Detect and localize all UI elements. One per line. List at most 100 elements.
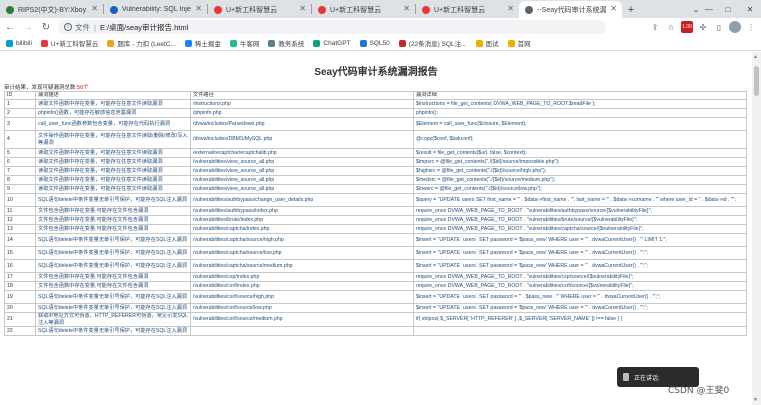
bookmark-item[interactable]: (22条消息) SQL注... (398, 38, 467, 48)
back-button[interactable]: ← (2, 19, 18, 35)
browser-tab[interactable]: Vulnerability: SQL Injecti... ✕ (104, 1, 207, 18)
bookmark-label: 教务系统 (278, 41, 305, 48)
browser-tab[interactable]: RIPS2(中文)-BY:Xboy Q... ✕ (0, 1, 103, 18)
cell-desc: 读取文件函数中存在变量，可能存在任意文件读取漏洞 (35, 184, 191, 194)
extensions-icon[interactable]: ✣ (697, 21, 709, 33)
address-bar[interactable]: i 文件 | E:/桌面/seay审计报告.html (58, 20, 606, 34)
share-icon[interactable]: ⇪ (649, 21, 661, 33)
address-path: E:/桌面/seay审计报告.html (99, 22, 189, 32)
cell-detail: $impsrc = @file_get_contents("./{$id}/so… (413, 157, 747, 167)
bookmark-label: 首网 (517, 41, 531, 48)
bookmark-icon (268, 39, 276, 47)
new-tab-button[interactable]: + (622, 1, 640, 18)
cell-desc: 文件包含函数中存在变量,可能存在文件包含漏洞 (35, 206, 191, 216)
reload-button[interactable]: ↻ (38, 19, 54, 35)
bookmark-label: U+新工科智慧云 (50, 41, 99, 48)
forward-button[interactable]: → (20, 19, 36, 35)
bookmark-icon (6, 39, 13, 47)
extension-badge[interactable]: 1.00 (681, 21, 693, 33)
scrollbar-thumb[interactable] (754, 66, 759, 96)
watermark: CSDN @王斐0 (668, 386, 730, 396)
bookmark-item[interactable]: 教务系统 (268, 38, 304, 48)
cell-detail (413, 326, 747, 336)
cell-desc: 读取文件函数中存在变量，可能存在任意文件读取漏洞 (35, 166, 191, 176)
cell-id: 13 (4, 224, 36, 234)
cell-path: /vulnerabilities/csrf/source/low.php (190, 303, 414, 313)
tab-close-icon[interactable]: ✕ (403, 4, 410, 13)
bookmark-item[interactable]: U+新工科智慧云 (40, 38, 99, 48)
cell-path: /vulnerabilities/csp/index.php (190, 272, 414, 282)
report-page: Seay代码审计系统漏洞报告 审计结果，发现可疑漏洞总数:50个 ID 漏洞描述… (0, 52, 752, 405)
cell-desc: SQL语句delete中条件变量无单引号保护，可能存在SQL注入漏洞 (35, 246, 191, 260)
bookmark-item[interactable]: bilibili (6, 39, 32, 47)
tab-title: RIPS2(中文)-BY:Xboy Q... (18, 6, 87, 14)
bookmark-item[interactable]: 题库 - 力扣 (LeetC... (107, 38, 176, 48)
tab-close-icon[interactable]: ✕ (195, 4, 202, 13)
toolbar-actions: ⇪ ☆ 1.00 ✣ ▯ ⋮ (649, 20, 757, 34)
cell-desc: 文件包含函数中存在变量,可能存在文件包含漏洞 (35, 224, 191, 234)
cell-path: /vulnerabilities/view_source_all.php (190, 157, 414, 167)
browser-tab[interactable]: U+新工科智慧云 ✕ (416, 1, 519, 18)
table-row: 22 SQL语句delete中条件变量无单引号保护，可能存在SQL注入漏洞 (4, 326, 747, 336)
report-summary: 审计结果，发现可疑漏洞总数:50个 (4, 83, 89, 91)
table-row: 1 读取文件函数中存在变量，可能存在任意文件读取漏洞/instructions.p… (4, 99, 747, 109)
cell-id: 14 (4, 233, 36, 247)
bookmark-item[interactable]: 首网 (507, 38, 531, 48)
cell-path: /dvwa/includes/DBMS/MySQL.php (190, 130, 414, 149)
tab-close-icon[interactable]: ✕ (610, 4, 617, 13)
table-row: 8 读取文件函数中存在变量，可能存在任意文件读取漏洞/vulnerabilitie… (4, 175, 747, 185)
tab-close-icon[interactable]: ✕ (91, 4, 98, 13)
profile-avatar[interactable] (729, 21, 741, 33)
bookmark-label: SQL50 (369, 39, 390, 47)
browser-tab[interactable]: U+新工科智慧云 ✕ (312, 1, 415, 18)
table-row: 19 SQL语句delete中条件变量无单引号保护，可能存在SQL注入漏洞/vul… (4, 290, 747, 304)
bookmark-item[interactable]: SQL50 (359, 39, 390, 47)
star-icon[interactable]: ☆ (665, 21, 677, 33)
cell-detail: $result = file_get_contents($url, false,… (413, 148, 747, 158)
bookmark-item[interactable]: 牛客网 (229, 38, 259, 48)
browser-tab[interactable]: U+新工科智慧云 ✕ (208, 1, 311, 18)
restore-button[interactable]: □ (718, 0, 738, 18)
scroll-up-icon[interactable]: ▲ (753, 54, 758, 60)
page-scrollbar[interactable]: ▲ ▼ (752, 52, 761, 405)
bookmark-label: bilibili (16, 39, 32, 47)
cell-desc: SQL语句delete中条件变量无单引号保护，可能存在SQL注入漏洞 (35, 193, 191, 207)
tab-favicon-icon (525, 6, 533, 14)
table-row: 13 文件包含函数中存在变量,可能存在文件包含漏洞/vulnerabilities… (4, 224, 747, 234)
tab-favicon-icon (214, 6, 222, 14)
table-row: 6 读取文件函数中存在变量，可能存在任意文件读取漏洞/vulnerabilitie… (4, 157, 747, 167)
sidebar-icon[interactable]: ▯ (713, 21, 725, 33)
cell-id: 20 (4, 303, 36, 313)
scroll-down-icon[interactable]: ▼ (753, 397, 758, 403)
bookmark-item[interactable]: 面试 (475, 38, 499, 48)
bookmark-label: 面试 (485, 41, 499, 48)
bookmark-label: ChatGPT (323, 39, 351, 47)
browser-tab[interactable]: --Seay代码审计系统漏洞报... ✕ (519, 1, 622, 18)
table-row: 21 获取IP地址方式可伪造，HTTP_REFERER可伪造，常见引发SQL注入等… (4, 312, 747, 327)
table-row: 10 SQL语句delete中条件变量无单引号保护，可能存在SQL注入漏洞/vul… (4, 193, 747, 207)
cell-desc: 文件包含函数中存在变量,可能存在文件包含漏洞 (35, 272, 191, 282)
cell-detail: @copy($conf, $bakconf); (413, 130, 747, 149)
toast-text: 正在讲话: (634, 375, 660, 382)
close-window-button[interactable]: ✕ (740, 0, 760, 18)
cell-path: /dvwa/includes/Parsedown.php (190, 117, 414, 131)
cell-detail: $instructions = file_get_contents( DVWA_… (413, 99, 747, 109)
cell-detail: $lowsrc = @file_get_contents("./{$id}/so… (413, 184, 747, 194)
cell-detail: require_once DVWA_WEB_PAGE_TO_ROOT . "vu… (413, 281, 747, 291)
bookmark-item[interactable]: ChatGPT (313, 39, 351, 47)
cell-path: /vulnerabilities/authbypass/change_user_… (190, 193, 414, 207)
cell-id: 9 (4, 184, 36, 194)
tab-close-icon[interactable]: ✕ (299, 4, 306, 13)
cell-detail: $Element = call_user_func($closure, $Ele… (413, 117, 747, 131)
arrow-right-icon: → (23, 21, 33, 33)
table-row: 12 文件包含函数中存在变量,可能存在文件包含漏洞/vulnerabilities… (4, 215, 747, 225)
tab-favicon-icon (6, 6, 14, 14)
cell-id: 8 (4, 175, 36, 185)
tab-close-icon[interactable]: ✕ (507, 4, 514, 13)
menu-icon[interactable]: ⋮ (745, 21, 757, 33)
bookmark-item[interactable]: 稀土掘金 (184, 38, 221, 48)
info-icon[interactable]: i (64, 23, 72, 31)
cell-id: 3 (4, 117, 36, 131)
minimize-button[interactable]: — (700, 0, 718, 18)
cell-desc: 读取文件函数中存在变量，可能存在任意文件读取漏洞 (35, 99, 191, 109)
